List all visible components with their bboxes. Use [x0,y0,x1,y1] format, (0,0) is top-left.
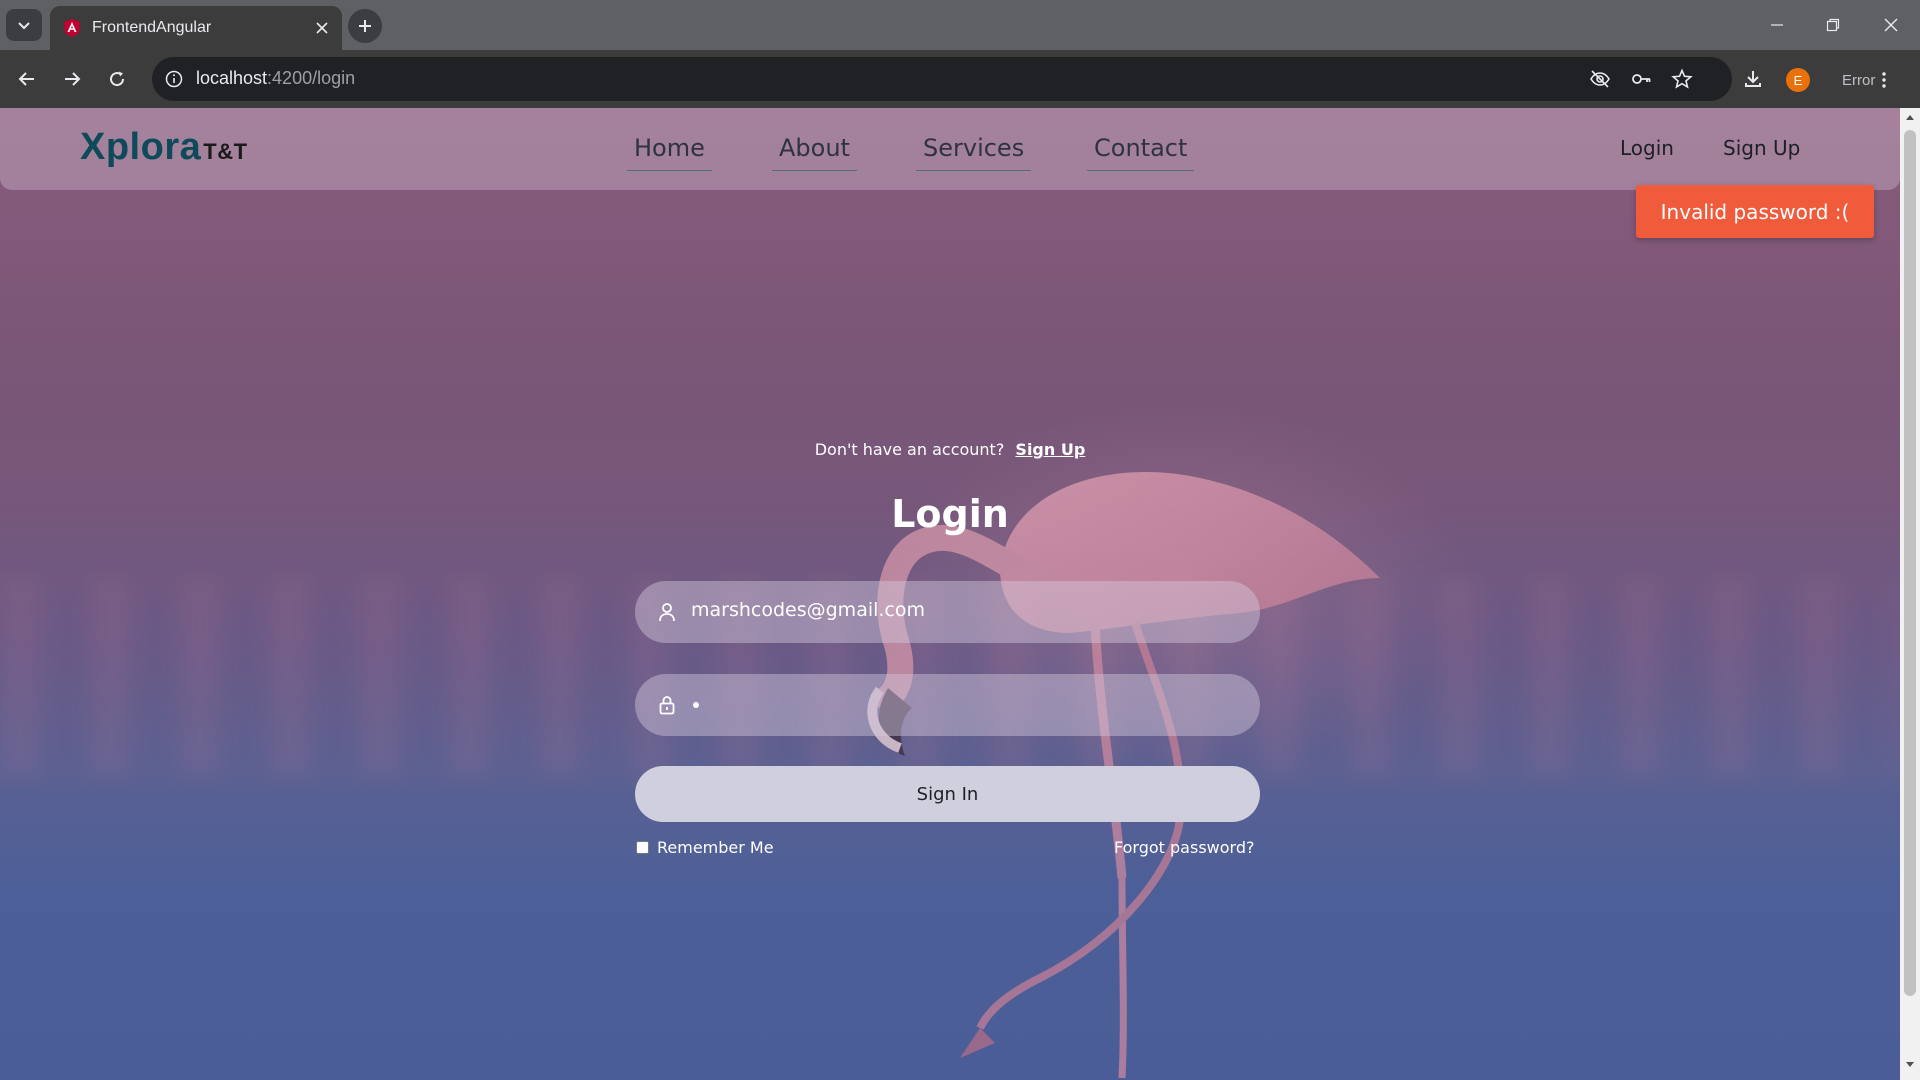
scroll-up-icon[interactable] [1905,112,1915,122]
forgot-password-link[interactable]: Forgot password? [1114,838,1254,857]
email-value: marshcodes@gmail.com [691,599,926,621]
user-icon [655,600,679,624]
downloads-button[interactable] [1738,64,1768,94]
no-account-text: Don't have an account? [814,440,1005,459]
more-vert-icon [1882,72,1887,88]
email-field[interactable]: marshcodes@gmail.com [635,581,1260,643]
brand-logo[interactable]: XploraT&T [80,126,248,169]
address-bar[interactable]: localhost:4200/login [152,57,1732,101]
password-mask-dot [693,702,699,708]
no-account-prompt: Don't have an account? Sign Up [0,440,1900,459]
brand-name: Xplora [80,126,202,168]
browser-toolbar: localhost:4200/login E Error [0,50,1920,108]
remember-me-option[interactable]: Remember Me [636,838,774,857]
angular-favicon-icon [64,19,80,37]
nav-signup-link[interactable]: Sign Up [1723,136,1800,160]
error-toast[interactable]: Invalid password :( [1636,185,1874,238]
lock-icon [655,693,679,717]
minimize-button[interactable] [1762,10,1792,40]
eye-off-icon[interactable] [1588,67,1612,91]
back-button[interactable] [12,64,42,94]
bookmark-star-icon[interactable] [1670,67,1694,91]
browser-error-chip[interactable]: Error [1830,66,1887,94]
page-scrollbar[interactable] [1900,108,1920,1080]
scroll-down-icon[interactable] [1905,1060,1915,1070]
site-info-icon[interactable] [162,67,186,91]
brand-suffix: T&T [203,139,248,164]
reload-icon [110,71,125,87]
url-host: localhost [196,68,268,88]
nav-link-about[interactable]: About [772,134,857,171]
password-field[interactable] [635,674,1260,736]
reload-button[interactable] [102,64,132,94]
scrollbar-thumb[interactable] [1904,130,1916,996]
nav-login-link[interactable]: Login [1620,136,1674,160]
page-title: Login [891,492,1009,536]
browser-tab[interactable]: FrontendAngular [50,6,342,50]
site-navbar: XploraT&T Home About Services Contact Lo… [0,108,1900,190]
download-icon [1745,71,1761,87]
tab-title: FrontendAngular [92,19,212,36]
restore-button[interactable] [1818,10,1848,40]
sign-in-button[interactable]: Sign In [635,766,1260,822]
close-window-button[interactable] [1876,10,1906,40]
forward-button[interactable] [57,64,87,94]
remember-me-label: Remember Me [657,838,774,857]
nav-link-services[interactable]: Services [916,134,1032,171]
arrow-left-icon [18,72,34,86]
form-signup-link[interactable]: Sign Up [1015,440,1085,459]
key-icon[interactable] [1629,67,1653,91]
browser-tabstrip: FrontendAngular [0,0,1920,50]
minimize-icon [1771,24,1783,26]
chevron-down-icon [18,22,30,30]
profile-avatar[interactable]: E [1786,68,1810,92]
arrow-right-icon [65,72,81,86]
url-text: localhost:4200/login [196,68,355,89]
remember-me-checkbox[interactable] [636,841,649,854]
error-label: Error [1842,71,1876,89]
url-path: :4200/login [267,68,356,88]
close-icon [316,22,328,34]
plus-icon [359,20,371,32]
nav-link-home[interactable]: Home [627,134,712,171]
page-viewport: XploraT&T Home About Services Contact Lo… [0,108,1900,1080]
tab-close-button[interactable] [310,16,334,40]
tab-search-button[interactable] [6,9,42,41]
close-icon [1884,18,1898,32]
new-tab-button[interactable] [348,9,382,43]
restore-icon [1826,18,1840,32]
nav-link-contact[interactable]: Contact [1087,134,1195,171]
